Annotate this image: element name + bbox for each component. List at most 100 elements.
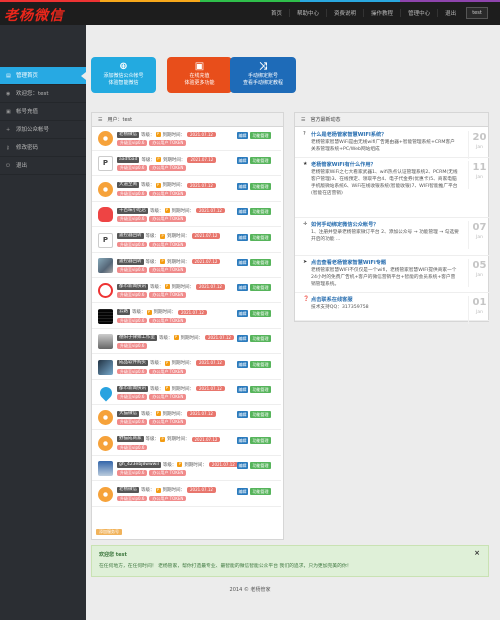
add-account-tile[interactable]: ⊕ 添加微信公众帐号 体验智能微信 xyxy=(91,57,156,93)
account-name[interactable]: gh_423ebj8wwwiI xyxy=(117,461,161,468)
account-tag[interactable]: 升级至vip0.6 xyxy=(117,343,148,349)
account-tag[interactable]: 办公用户 TOKEN xyxy=(149,267,187,273)
edit-button[interactable]: 编辑 xyxy=(237,284,248,292)
news-title[interactable]: 老杨管家WiFi有什么作用？ xyxy=(311,161,376,168)
account-name[interactable]: 德阳子律师工作室 xyxy=(117,334,157,341)
edit-button[interactable]: 编辑 xyxy=(237,182,248,190)
account-tag[interactable]: 办公用户 TOKEN xyxy=(149,241,187,248)
nav-link-logout[interactable]: 退出 xyxy=(437,9,463,17)
manage-button[interactable]: 功能管理 xyxy=(250,284,271,292)
news-item[interactable]: ★ 老杨管家WiFi有什么作用？ 老杨管家WiFi之七大看家武器1、wifi热点认证… xyxy=(295,158,490,218)
edit-button[interactable]: 编辑 xyxy=(237,157,248,165)
manage-button[interactable]: 功能管理 xyxy=(250,462,271,470)
nav-link-help[interactable]: 帮助中心 xyxy=(289,9,326,17)
sidebar-item-add-account[interactable]: + 添加公众帐号 xyxy=(0,121,86,139)
account-tag[interactable]: 办公用户 TOKEN xyxy=(149,394,187,400)
manage-button[interactable]: 功能管理 xyxy=(250,233,271,241)
manual-bind-tile[interactable]: ⤨ 手动绑定账号 查看手动绑定教程 xyxy=(230,57,296,93)
account-tag[interactable]: 办公用户 TOKEN xyxy=(149,317,187,324)
account-tag[interactable]: 升级至vip0.6 xyxy=(117,190,148,197)
account-tag[interactable]: 升级至vip0.6 xyxy=(117,368,148,375)
account-name[interactable]: aadfbad xyxy=(117,156,140,163)
account-tag[interactable]: 升级至vip0.6 xyxy=(117,470,148,476)
sidebar-item-change-password[interactable]: ⚷ 修改密码 xyxy=(0,139,86,157)
account-tag[interactable]: 升级至vip0.6 xyxy=(117,292,148,298)
news-title[interactable]: 点击联系在线客服 xyxy=(311,296,353,303)
account-tag[interactable]: 办公用户 TOKEN xyxy=(149,190,187,197)
news-title[interactable]: 什么是老杨管家智慧WIFI系统？ xyxy=(311,131,386,138)
manage-button[interactable]: 功能管理 xyxy=(250,360,271,368)
news-item[interactable]: ➤ 点击查看老杨管家智慧WiFi专题 老杨管家智慧WIFI不仅仅是一个wifi，老杨… xyxy=(295,256,490,293)
manage-button[interactable]: 功能管理 xyxy=(250,157,271,165)
account-tag[interactable]: 升级至vip0.6 xyxy=(117,165,148,171)
account-name[interactable]: 成品软件购买 xyxy=(117,360,148,367)
app-logo[interactable]: 老杨微信 xyxy=(4,5,64,25)
account-tag[interactable]: 办公用户 TOKEN xyxy=(149,165,187,171)
user-menu[interactable]: test xyxy=(466,7,488,19)
edit-button[interactable]: 编辑 xyxy=(237,411,248,419)
account-name[interactable]: 大猫微信 xyxy=(117,410,139,417)
manage-button[interactable]: 功能管理 xyxy=(250,487,271,495)
news-title[interactable]: 如何手动绑定微信公众帐号？ xyxy=(311,221,378,228)
account-name[interactable]: 遥控器回转 xyxy=(117,233,144,240)
manage-button[interactable]: 功能管理 xyxy=(250,132,271,139)
account-tag[interactable]: 办公用户 TOKEN xyxy=(149,495,187,502)
sidebar-item-recharge[interactable]: ▣ 帐号充值 xyxy=(0,103,86,121)
manage-button[interactable]: 功能管理 xyxy=(250,259,271,266)
edit-button[interactable]: 编辑 xyxy=(237,208,248,216)
nav-link-tutorial[interactable]: 操作教程 xyxy=(363,9,400,17)
account-name[interactable]: 老杨微信 xyxy=(117,487,139,494)
account-tag[interactable]: 升级至vip0.6 xyxy=(117,140,148,146)
account-tag[interactable]: 办公用户 TOKEN xyxy=(149,216,187,222)
news-item[interactable]: ❓ 点击联系在线客服 技术支持QQ：317359758 01 Jan xyxy=(295,293,490,324)
add-service-account-hint[interactable]: 添加服务号 xyxy=(96,529,122,535)
edit-button[interactable]: 编辑 xyxy=(237,259,248,266)
account-tag[interactable]: 办公用户 TOKEN xyxy=(149,419,187,425)
manage-button[interactable]: 功能管理 xyxy=(250,386,271,393)
account-tag[interactable]: 升级至vip0.6 xyxy=(117,444,148,451)
account-tag[interactable]: 办公用户 TOKEN xyxy=(149,470,187,476)
manage-button[interactable]: 功能管理 xyxy=(250,335,271,343)
news-item[interactable]: ✛ 如何手动绑定微信公众帐号？ 1、注册并登录老杨管家微订平台 2、添加公众号 → … xyxy=(295,218,490,256)
account-tag[interactable]: 升级至vip0.6 xyxy=(117,267,148,273)
manage-button[interactable]: 功能管理 xyxy=(250,411,271,419)
manage-button[interactable]: 功能管理 xyxy=(250,436,271,444)
account-name[interactable]: 云路 xyxy=(117,309,130,316)
sidebar-item-logout[interactable]: ⏻ 退出 xyxy=(0,157,86,175)
account-tag[interactable]: 办公用户 TOKEN xyxy=(149,292,187,298)
manage-button[interactable]: 功能管理 xyxy=(250,309,271,317)
edit-button[interactable]: 编辑 xyxy=(237,386,248,393)
edit-button[interactable]: 编辑 xyxy=(237,487,248,495)
edit-button[interactable]: 编辑 xyxy=(237,233,248,241)
edit-button[interactable]: 编辑 xyxy=(237,132,248,139)
edit-button[interactable]: 编辑 xyxy=(237,462,248,470)
account-tag[interactable]: 升级至vip0.6 xyxy=(117,419,148,425)
manage-button[interactable]: 功能管理 xyxy=(250,182,271,190)
edit-button[interactable]: 编辑 xyxy=(237,360,248,368)
account-tag[interactable]: 升级至vip0.6 xyxy=(117,394,148,400)
nav-link-pricing[interactable]: 资费说明 xyxy=(326,9,363,17)
account-name[interactable]: 野猫成商家 xyxy=(117,436,144,443)
manage-button[interactable]: 功能管理 xyxy=(250,208,271,216)
sidebar-item-welcome[interactable]: ◉ 欢迎您：test xyxy=(0,85,86,103)
recharge-tile[interactable]: ▣ 在线充值 体验更多功能 xyxy=(167,57,232,93)
edit-button[interactable]: 编辑 xyxy=(237,335,248,343)
account-name[interactable]: 都市新闻快讯 xyxy=(117,283,148,290)
account-name[interactable]: 都市新闻快讯 xyxy=(117,385,148,392)
edit-button[interactable]: 编辑 xyxy=(237,309,248,317)
account-tag[interactable]: 办公用户 TOKEN xyxy=(149,368,187,375)
nav-link-admin[interactable]: 管理中心 xyxy=(400,9,437,17)
edit-button[interactable]: 编辑 xyxy=(237,436,248,444)
account-name[interactable]: 遥控器回转 xyxy=(117,258,144,265)
sidebar-item-dashboard[interactable]: ▤ 管理首页 xyxy=(0,67,86,85)
account-name[interactable]: 老杨微信 xyxy=(117,131,139,138)
news-title[interactable]: 点击查看老杨管家智慧WiFi专题 xyxy=(311,259,386,266)
account-tag[interactable]: 升级至vip0.6 xyxy=(117,317,148,324)
account-tag[interactable]: 升级至vip0.6 xyxy=(117,241,148,248)
account-tag[interactable]: 升级至vip0.6 xyxy=(117,495,148,502)
news-item[interactable]: ? 什么是老杨管家智慧WIFI系统？ 老杨管家智慧WiFi是由无线wifi广告路由器… xyxy=(295,128,490,159)
account-tag[interactable]: 升级至vip0.6 xyxy=(117,216,148,222)
close-icon[interactable]: × xyxy=(474,549,480,557)
account-tag[interactable]: 办公用户 TOKEN xyxy=(149,140,187,146)
account-name[interactable]: 大道至简 xyxy=(117,182,139,189)
